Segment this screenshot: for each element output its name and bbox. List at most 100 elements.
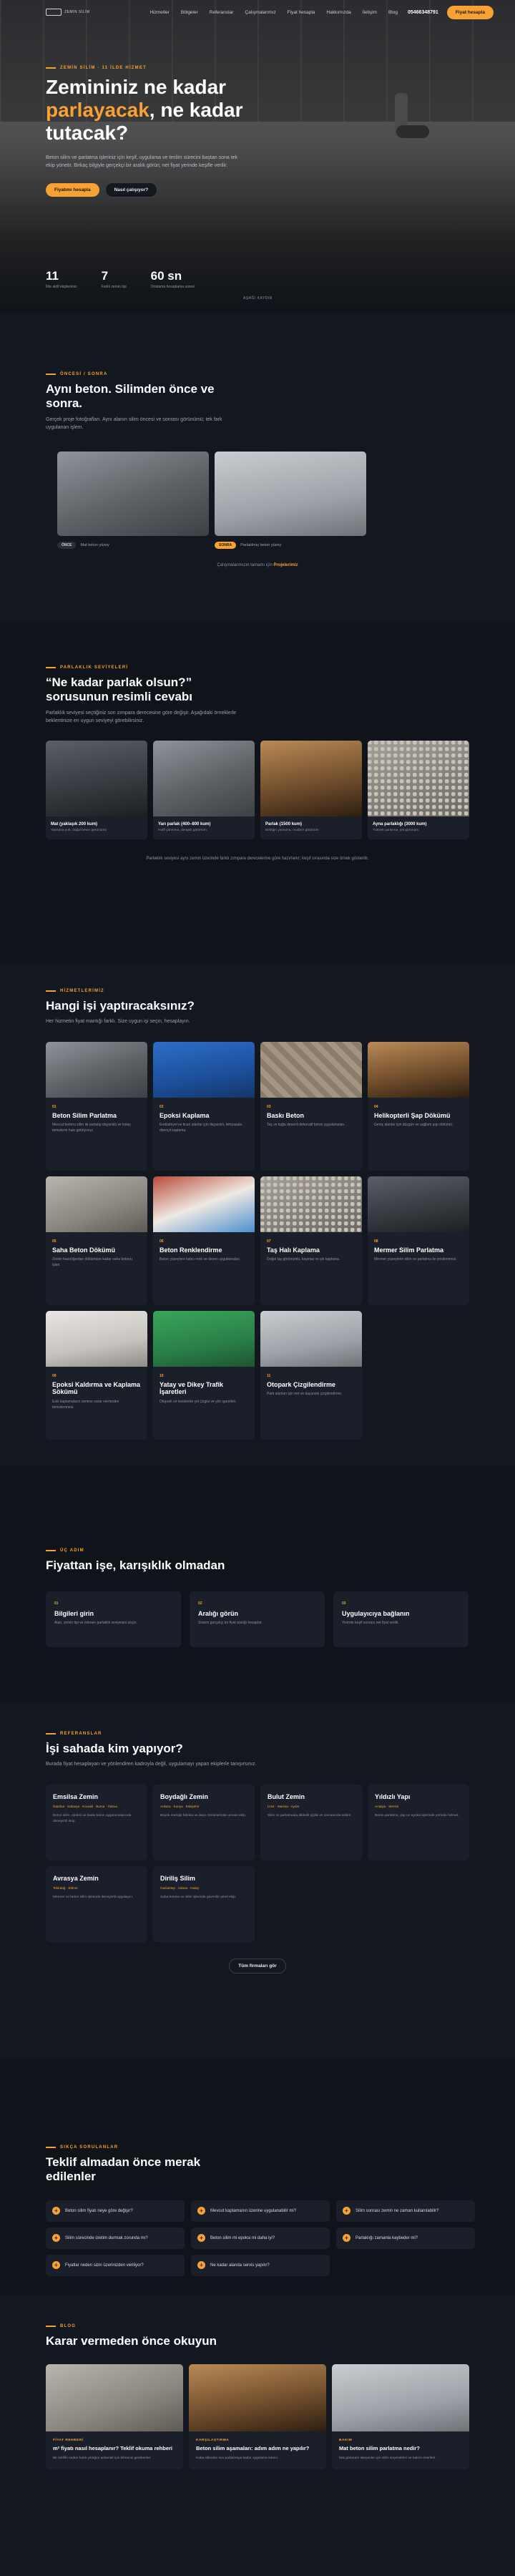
gloss-cards: Mat (yaklaşık 200 kum) Yansıma yok, doğal…: [46, 741, 469, 840]
faq-item[interactable]: + Ne kadar alanda servis yapılır?: [191, 2254, 330, 2276]
gloss-image: [368, 741, 469, 817]
service-image: [46, 1310, 147, 1367]
gloss-desc: Belirgin yansıma, modern görünüm: [265, 829, 319, 833]
service-image: [260, 1176, 362, 1232]
service-card[interactable]: 04 Helikopterli Şap Dökümü Geniş alanlar i…: [368, 1041, 469, 1171]
hero-content: ZEMİN SİLİM · 11 İLDE HİZMET Zemininiz n…: [46, 66, 260, 197]
service-image: [153, 1041, 255, 1098]
blog-card[interactable]: BAKIM Mat beton silim parlatma nedir? Mat …: [332, 2364, 469, 2470]
company-name: Diriliş Silim: [160, 1874, 196, 1882]
service-desc: Taş ve tuğla desenli dekoratif beton uyg…: [267, 1123, 345, 1128]
company-regions: İzmir · Manisa · Aydın: [268, 1804, 300, 1808]
blog-desc: Mat görünüm isteyenler için silim seçene…: [339, 2457, 436, 2461]
blog-category: FİYAT REHBERİ: [53, 2439, 84, 2443]
service-number: 10: [160, 1373, 164, 1378]
hero-buttons: Fiyatımı hesapla Nasıl çalışıyor?: [46, 182, 260, 197]
company-regions: Gaziantep · Adana · Hatay: [160, 1885, 200, 1890]
service-card[interactable]: 01 Beton Silim Parlatma Mevcut betonu sili…: [46, 1041, 147, 1171]
faq-item[interactable]: + Fiyatlar neden sizin üzerinizden verili…: [46, 2254, 185, 2276]
reference-card[interactable]: Bulut Zemin İzmir · Manisa · Aydın Silim v…: [260, 1784, 362, 1860]
faq-item[interactable]: + Silim sürecinde üretim durmak zorunda m…: [46, 2227, 185, 2249]
caption-text: Parlatılmış beton yüzey: [240, 543, 282, 548]
plus-icon: +: [197, 2207, 205, 2215]
company-name: Emsilsa Zemin: [53, 1792, 99, 1800]
service-card[interactable]: 05 Saha Beton Dökümü Zemin hazırlığından d…: [46, 1176, 147, 1305]
service-desc: Park alanları için net ve dayanıklı çizg…: [267, 1392, 343, 1397]
calculate-price-button[interactable]: Fiyatımı hesapla: [46, 182, 99, 197]
stat-item: 11 İlde aktif ekiplerimiz: [46, 269, 77, 289]
projects-note: Çalışmalarımızın tamamı için Projelerimi…: [0, 563, 515, 567]
blog-category: BAKIM: [339, 2439, 353, 2443]
how-it-works-button[interactable]: Nasıl çalışıyor?: [104, 182, 158, 197]
gloss-card[interactable]: Mat (yaklaşık 200 kum) Yansıma yok, doğal…: [46, 741, 147, 840]
service-card[interactable]: 03 Baskı Beton Taş ve tuğla desenli dekora…: [260, 1041, 362, 1171]
service-card[interactable]: 06 Beton Renklendirme Beton yüzeylere kalı…: [153, 1176, 255, 1305]
faq-item[interactable]: + Beton silim fiyatı neye göre değişir?: [46, 2200, 185, 2222]
step-desc: Alan, zemin tipi ve istenen parlaklık se…: [54, 1621, 137, 1626]
service-card[interactable]: 11 Otopark Çizgilendirme Park alanları içi…: [260, 1310, 362, 1440]
site-logo[interactable]: ZEMİN SİLİM: [46, 9, 90, 16]
gloss-card[interactable]: Yarı parlak (400–800 kum) Hafif yansıma, …: [153, 741, 255, 840]
service-title: Helikopterli Şap Dökümü: [374, 1111, 451, 1119]
company-desc: Saha betonu ve silim işlerinde güvenilir…: [160, 1896, 237, 1900]
hero-eyebrow: ZEMİN SİLİM · 11 İLDE HİZMET: [46, 66, 260, 70]
before-after-section: ÖNCESİ / SONRA Aynı beton. Silimden önce…: [0, 313, 515, 621]
service-card[interactable]: 10 Yatay ve Dikey Trafik İşaretleri Otopar…: [153, 1310, 255, 1440]
header-phone[interactable]: 05466348791: [408, 10, 438, 15]
nav-item-blog[interactable]: Blog: [388, 10, 398, 15]
reference-card[interactable]: Avrasya Zemin Tekirdağ · Edirne Mermer ve …: [46, 1865, 147, 1942]
hero-title-part1: Zemininiz ne kadar: [46, 76, 227, 98]
section-eyebrow-text: ÜÇ ADIM: [60, 1548, 84, 1553]
company-desc: Mermer ve beton silim işlerinde deneyiml…: [53, 1896, 134, 1900]
service-card[interactable]: 08 Mermer Silim Parlatma Mermer yüzeylerin…: [368, 1176, 469, 1305]
section-title: Hangi işi yaptıracaksınız?: [46, 999, 195, 1013]
section-eyebrow-text: PARLAKLIK SEVİYELERİ: [60, 665, 129, 670]
nav-item-iletisim[interactable]: İletişim: [363, 10, 377, 15]
reference-card[interactable]: Boydağlı Zemin Ankara · Konya · Eskişehir…: [153, 1784, 255, 1860]
service-desc: Endüstriyel ve ticari alanlar için dayan…: [160, 1123, 242, 1133]
reference-card[interactable]: Emsilsa Zemin İstanbul · Sakarya · Kocael…: [46, 1784, 147, 1860]
step-title: Bilgileri girin: [54, 1610, 94, 1618]
nav-item-referanslar[interactable]: Referanslar: [210, 10, 234, 15]
faq-question: Silim sonrası zemin ne zaman kullanılabi…: [355, 2208, 439, 2213]
service-number: 03: [267, 1104, 271, 1109]
nav-item-calismalarimiz[interactable]: Çalışmalarımız: [245, 10, 275, 15]
nav-item-bolgeler[interactable]: Bölgeler: [181, 10, 198, 15]
blog-image: [332, 2364, 469, 2432]
photo-caption: ÖNCE Mat beton yüzey: [57, 542, 209, 550]
blog-card[interactable]: FİYAT REHBERİ m² fiyatı nasıl hesaplanır?…: [46, 2364, 183, 2470]
scroll-indicator[interactable]: AŞAĞI KAYDIR: [243, 296, 273, 301]
header-cta-button[interactable]: Fiyat hesapla: [446, 5, 494, 19]
faq-item[interactable]: + Parlaklığı zamanla kaybeder mi?: [336, 2227, 475, 2249]
projects-link[interactable]: Projelerimiz: [274, 563, 298, 567]
service-card[interactable]: 09 Epoksi Kaldırma ve Kaplama Sökümü Eski …: [46, 1310, 147, 1440]
hero-text: Beton silim ve parlatma işleriniz için k…: [46, 155, 238, 168]
service-card[interactable]: 07 Taş Halı Kaplama Doğal taş görünümlü, k…: [260, 1176, 362, 1305]
nav-item-hizmetler[interactable]: Hizmetler: [149, 10, 169, 15]
faq-item[interactable]: + Beton silim mi epoksi mi daha iyi?: [191, 2227, 330, 2249]
gloss-card[interactable]: Ayna parlaklığı (3000 kum) Yüksek yansıma…: [368, 741, 469, 840]
nav-item-hakkimizda[interactable]: Hakkımızda: [326, 10, 350, 15]
blog-card[interactable]: KARŞILAŞTIRMA Beton silim aşamaları: adım…: [189, 2364, 326, 2470]
company-desc: Silim ve parlatmada dikkatli işçilik ve …: [268, 1814, 352, 1818]
faq-item[interactable]: + Silim sonrası zemin ne zaman kullanılab…: [336, 2200, 475, 2222]
gloss-card[interactable]: Parlak (1500 kum) Belirgin yansıma, moder…: [260, 741, 362, 840]
eyebrow-bar: [46, 374, 56, 375]
process-step: 03 Uygulayıcıya bağlanın Yerinde keşif son…: [333, 1591, 469, 1648]
all-companies-button[interactable]: Tüm firmaları gör: [229, 1958, 286, 1974]
faq-section: SIKÇA SORULANLAR Teklif almadan önce mer…: [0, 2059, 515, 2296]
nav-item-fiyat-hesapla[interactable]: Fiyat hesapla: [288, 10, 315, 15]
reference-card[interactable]: Yıldızlı Yapı Antalya · Mersin Beton parla…: [368, 1784, 469, 1860]
reference-card[interactable]: Diriliş Silim Gaziantep · Adana · Hatay Sa…: [153, 1865, 255, 1942]
service-image: [153, 1310, 255, 1367]
before-photo: [57, 452, 209, 537]
faq-item[interactable]: + Mevcut kaplamanın üzerine uygulanabilir…: [191, 2200, 330, 2222]
faq-question: Fiyatlar neden sizin üzerinizden veriliy…: [65, 2263, 144, 2268]
gloss-note: Parlaklık seviyesi aynı zemin üzerinde f…: [146, 857, 369, 862]
plus-icon: +: [52, 2234, 60, 2243]
projects-note-text: Çalışmalarımızın tamamı için: [217, 563, 274, 568]
service-title: Otopark Çizgilendirme: [267, 1380, 336, 1388]
service-card[interactable]: 02 Epoksi Kaplama Endüstriyel ve ticari al…: [153, 1041, 255, 1171]
section-title: İşi sahada kim yapıyor?: [46, 1742, 183, 1755]
plus-icon: +: [343, 2207, 350, 2215]
